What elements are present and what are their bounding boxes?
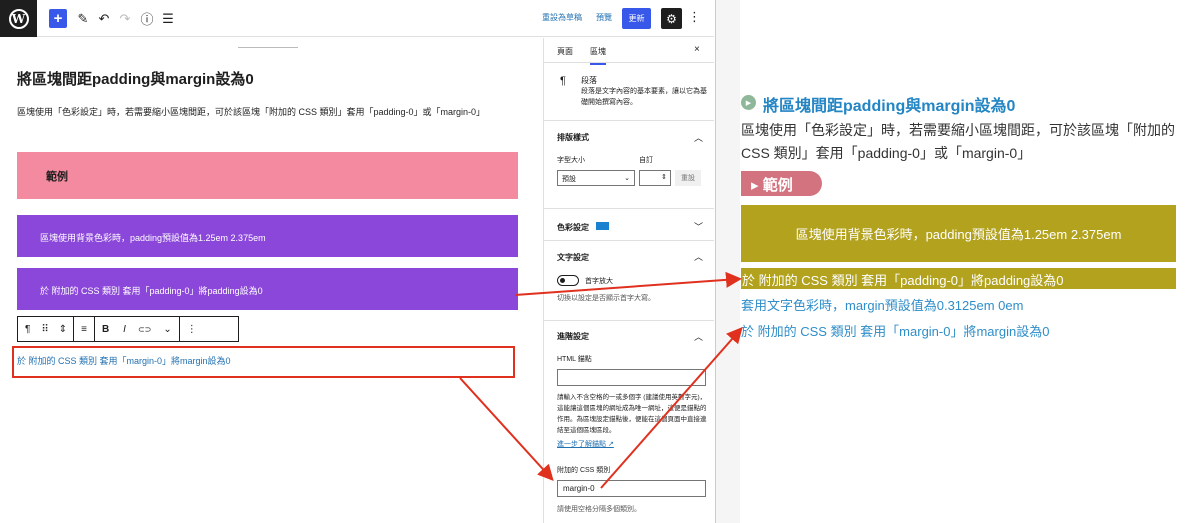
pencil-icon[interactable]: ✎ xyxy=(76,9,90,28)
switch-to-draft-link[interactable]: 重設為草稿 xyxy=(542,12,582,23)
wordpress-logo[interactable]: W xyxy=(0,0,37,37)
italic-icon[interactable]: I xyxy=(116,324,133,335)
drop-cap-label: 首字放大 xyxy=(585,278,613,285)
editor-canvas: 將區塊間距padding與margin設為0 區塊使用「色彩設定」時，若需要縮小… xyxy=(0,38,543,523)
text-settings-panel-title[interactable]: 文字設定 xyxy=(557,252,589,263)
color-swatch xyxy=(596,222,609,230)
align-icon[interactable]: ≡ xyxy=(74,324,94,335)
undo-icon[interactable]: ↶ xyxy=(97,9,111,28)
redo-icon[interactable]: ↷ xyxy=(118,9,132,28)
preview-paragraph: 區塊使用「色彩設定」時，若需要縮小區塊間距，可於該區塊「附加的 CSS 類別」套… xyxy=(741,122,1175,161)
paragraph-icon: ¶ xyxy=(560,75,566,87)
font-size-select[interactable]: 預設 ⌄ xyxy=(557,170,635,186)
drop-cap-toggle[interactable] xyxy=(557,275,579,286)
html-anchor-input[interactable] xyxy=(557,369,706,386)
block-description: 段落是文字內容的基本要素，讓以它為基礎開始撰寫內容。 xyxy=(581,88,707,106)
settings-gear-icon[interactable]: ⚙ xyxy=(661,8,682,29)
editor-topbar: W + ✎ ↶ ↷ ⓘ ☰ 重設為草稿 預覽 更新 ⚙ ⋮ xyxy=(0,0,714,37)
preview-olive-block-padding-0: 於 附加的 CSS 類別 套用「padding-0」將padding設為0 xyxy=(741,268,1176,289)
chevron-down-icon[interactable]: ﹀ xyxy=(694,220,703,233)
custom-label: 自訂 xyxy=(639,157,653,164)
chevron-up-icon[interactable]: ︿ xyxy=(694,250,703,263)
purple-block-padding-0[interactable]: 於 附加的 CSS 類別 套用「padding-0」將padding設為0 xyxy=(17,268,518,310)
chevron-up-icon[interactable]: ︿ xyxy=(694,131,703,144)
more-options-icon[interactable]: ⋮ xyxy=(688,9,701,25)
link-icon[interactable]: ⊂⊃ xyxy=(133,325,156,334)
preview-margin-0-line: 於 附加的 CSS 類別 套用「margin-0」將margin設為0 xyxy=(741,324,1050,339)
html-anchor-label: HTML 錨點 xyxy=(557,356,592,363)
reset-button[interactable]: 重設 xyxy=(675,170,701,186)
tab-page[interactable]: 頁面 xyxy=(557,46,573,57)
block-name: 段落 xyxy=(581,76,597,85)
css-class-help: 請使用空格分隔多個類別。 xyxy=(557,506,641,513)
add-block-button[interactable]: + xyxy=(49,9,67,28)
divider xyxy=(544,208,714,209)
move-icon[interactable]: ⇕ xyxy=(53,324,73,335)
wordpress-icon: W xyxy=(8,8,29,29)
preview-example-label: ▸ 範例 xyxy=(741,171,822,196)
font-size-value: 預設 xyxy=(562,176,576,183)
block-editor: W + ✎ ↶ ↷ ⓘ ☰ 重設為草稿 預覽 更新 ⚙ ⋮ 將區塊間距paddi… xyxy=(0,0,716,523)
margin-paragraph-block[interactable]: 於 附加的 CSS 類別 套用「margin-0」將margin設為0 xyxy=(17,354,231,367)
divider xyxy=(544,320,714,321)
sidebar-tabs: 頁面 區塊 × xyxy=(544,38,714,65)
font-size-label: 字型大小 xyxy=(557,157,585,164)
html-anchor-help: 請輸入不含空格的一或多個字 (建議使用英數字元)，這能讓這個區塊的網址成為唯一網… xyxy=(557,394,707,434)
advanced-panel-title[interactable]: 進階設定 xyxy=(557,331,589,342)
block-toolbar: ¶ ⠿ ⇕ ≡ B I ⊂⊃ ⌄ ⋮ xyxy=(17,316,239,342)
close-icon[interactable]: × xyxy=(694,44,700,55)
divider xyxy=(238,47,298,48)
settings-sidebar: 頁面 區塊 × ¶ 段落 段落是文字內容的基本要素，讓以它為基礎開始撰寫內容。 … xyxy=(543,38,714,523)
post-heading[interactable]: 將區塊間距padding與margin設為0 xyxy=(17,68,254,89)
css-class-input[interactable]: margin-0 xyxy=(557,480,706,497)
update-button[interactable]: 更新 xyxy=(622,8,651,29)
preview-heading: 將區塊間距padding與margin設為0 xyxy=(763,98,1016,115)
bold-icon[interactable]: B xyxy=(95,324,116,335)
drop-cap-help: 切換以設定是否顯示首字大寫。 xyxy=(557,295,655,302)
learn-more-link[interactable]: 進一步了解錨點 ↗ xyxy=(557,439,614,449)
info-icon[interactable]: ⓘ xyxy=(140,9,154,28)
preview-text-color-line: 套用文字色彩時，margin預設值為0.3125em 0em xyxy=(741,298,1024,313)
paragraph-icon[interactable]: ¶ xyxy=(18,324,37,335)
preview-olive-block-padding-default: 區塊使用背景色彩時，padding預設值為1.25em 2.375em xyxy=(741,205,1176,262)
toggle-knob xyxy=(560,278,565,283)
tab-block[interactable]: 區塊 xyxy=(590,46,606,65)
drag-handle-icon[interactable]: ⠿ xyxy=(37,324,52,335)
block-more-icon[interactable]: ⋮ xyxy=(180,324,204,335)
paragraph-block[interactable]: 區塊使用「色彩設定」時，若需要縮小區塊間距，可於該區塊「附加的 CSS 類別」套… xyxy=(17,104,522,121)
example-group-block[interactable]: 範例 xyxy=(17,152,518,199)
chevron-up-icon[interactable]: ︿ xyxy=(694,330,703,343)
list-view-icon[interactable]: ☰ xyxy=(161,9,175,28)
example-label: 範例 xyxy=(46,171,68,183)
purple-block-padding-default[interactable]: 區塊使用背景色彩時，padding預設值為1.25em 2.375em xyxy=(17,215,518,257)
typography-panel-title[interactable]: 排版樣式 xyxy=(557,132,589,143)
play-circle-icon: ▶ xyxy=(741,95,756,110)
color-settings-panel-title[interactable]: 色彩設定 xyxy=(557,222,589,233)
custom-size-input[interactable]: ⇕ xyxy=(639,170,671,186)
chevron-down-icon: ⌄ xyxy=(624,175,630,182)
css-class-label: 附加的 CSS 類別 xyxy=(557,467,611,474)
divider xyxy=(544,240,714,241)
chevron-down-icon[interactable]: ⌄ xyxy=(156,324,178,335)
preview-link[interactable]: 預覽 xyxy=(596,12,612,23)
divider xyxy=(544,120,714,121)
preview-gutter xyxy=(716,0,740,523)
